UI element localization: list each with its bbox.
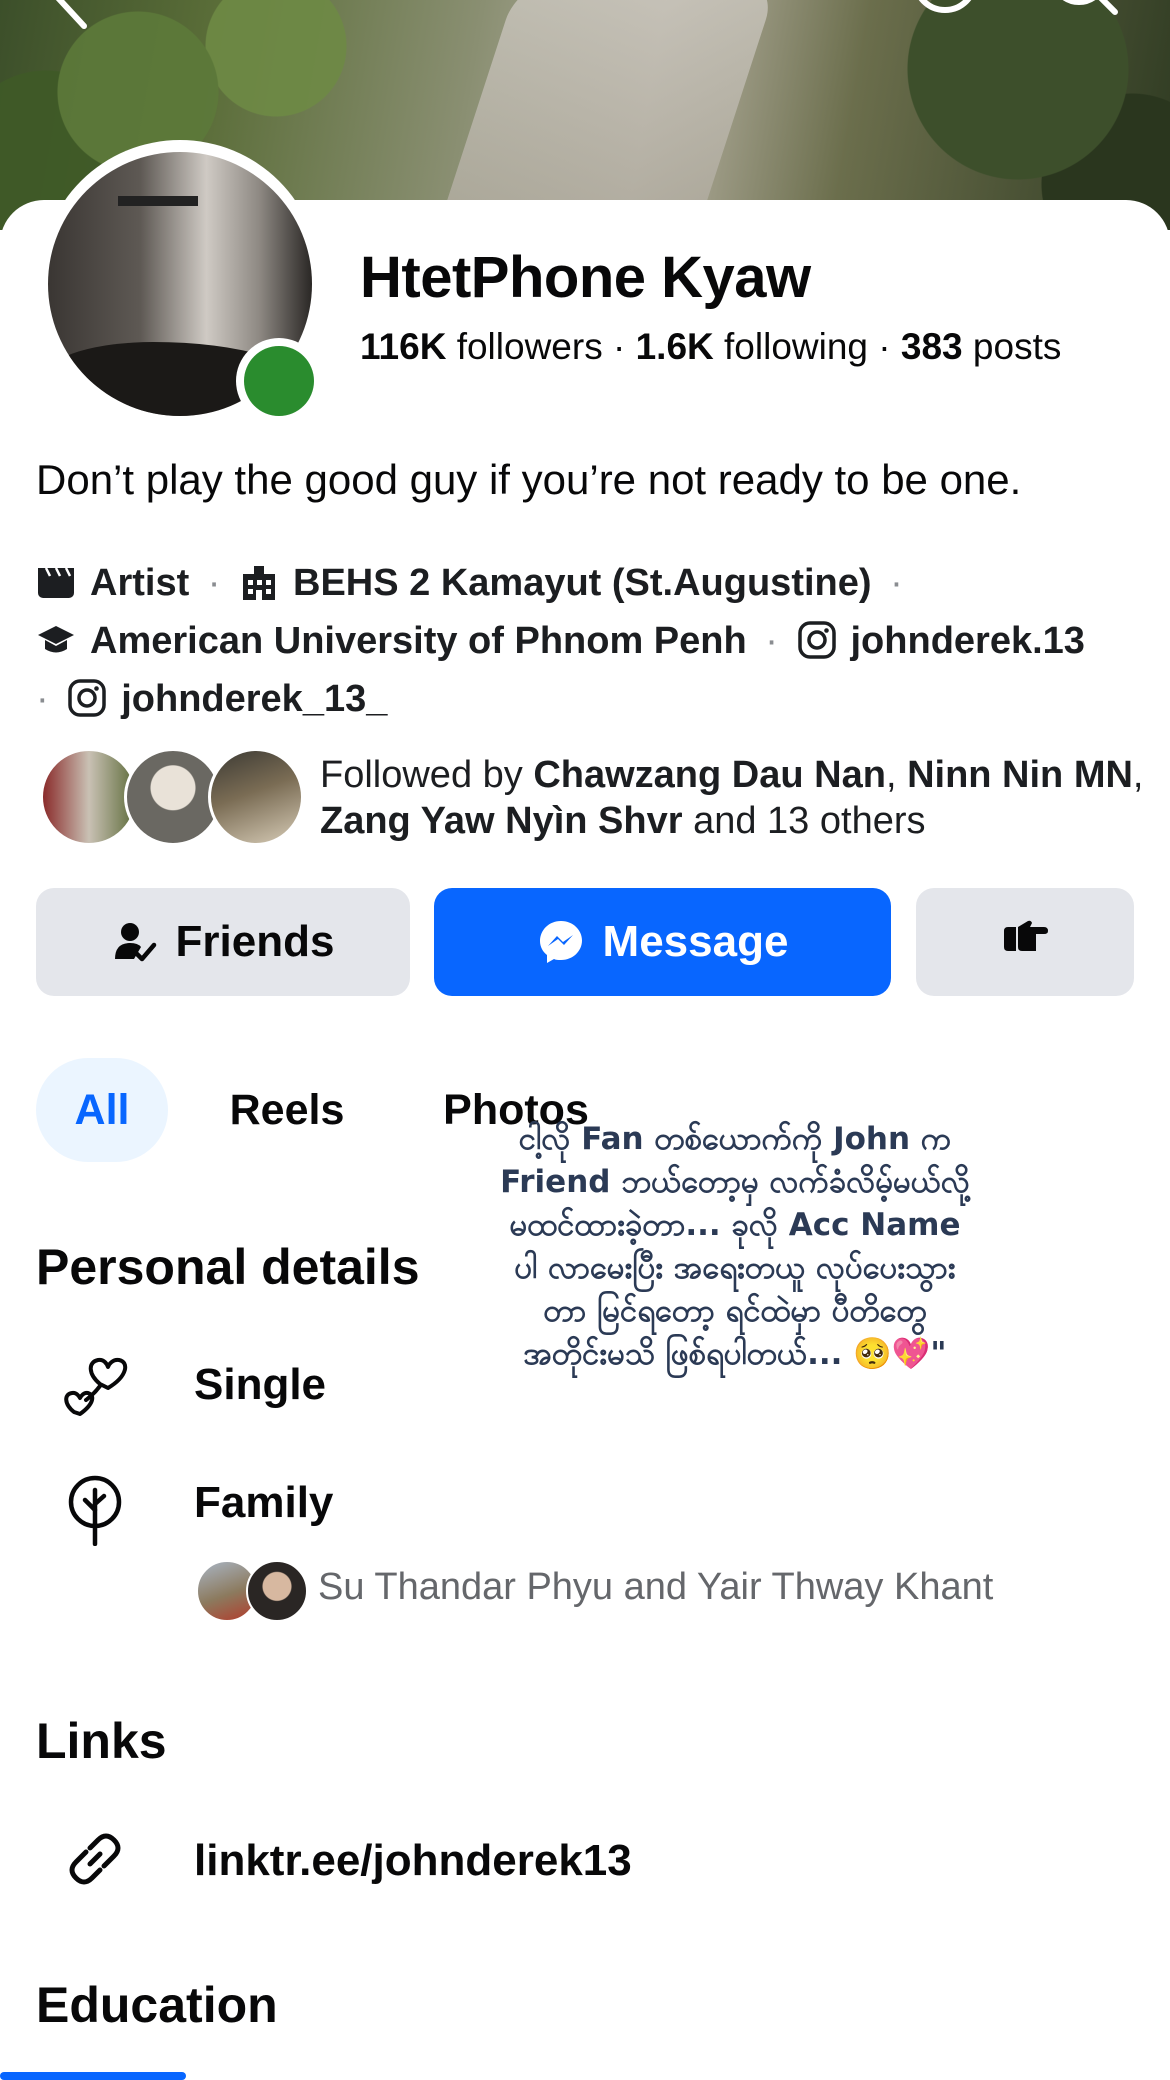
graduation-cap-icon — [36, 619, 76, 659]
avatar-shelf — [118, 196, 198, 206]
intro-item-label: johnderek.13 — [850, 620, 1085, 662]
pointing-hand-icon — [1000, 917, 1050, 968]
mutual-name[interactable]: Zang Yaw Nyìn Shvr — [320, 800, 683, 842]
intro-separator: · — [36, 678, 49, 720]
cover-road — [421, 0, 779, 230]
intro-item-artist[interactable]: Artist — [36, 562, 200, 604]
intro-item-label: American University of Phnom Penh — [90, 620, 747, 662]
education-heading: Education — [36, 1977, 278, 2033]
message-button[interactable]: Message — [434, 888, 891, 996]
instagram-icon — [67, 677, 107, 717]
clapperboard-icon — [36, 561, 76, 601]
overlay-caption: ငါ့လို Fan တစ်ယောက်ကို John က Friend ဘယ်… — [500, 1121, 970, 1372]
mutual-name[interactable]: Chawzang Dau Nan — [533, 754, 886, 796]
relationship-status: Single — [194, 1360, 327, 1409]
posts-label: posts — [972, 326, 1062, 367]
intro-separator: · — [765, 620, 778, 662]
followed-prefix: Followed by — [320, 754, 523, 796]
family-label: Family — [194, 1478, 334, 1527]
link-icon — [58, 1822, 132, 1896]
intro-item-instagram-2[interactable]: johnderek_13_ — [57, 677, 388, 720]
school-building-icon — [239, 561, 279, 601]
family-members[interactable]: Su Thandar Phyu and Yair Thway Khant — [196, 1560, 1096, 1622]
intro-separator: · — [207, 562, 221, 604]
back-icon[interactable] — [50, 0, 94, 38]
tab-all[interactable]: All — [36, 1058, 168, 1162]
active-indicator-bar — [0, 2072, 186, 2080]
profile-name: HtetPhone Kyaw — [360, 245, 811, 310]
intro-item-label: Artist — [90, 562, 190, 604]
family-avatar — [246, 1560, 308, 1622]
intro-details: Artist · BEHS 2 Kamayut (St.Augustine) ·… — [36, 554, 1146, 728]
mutual-avatar — [208, 748, 304, 846]
profile-link[interactable]: linktr.ee/johnderek13 — [194, 1836, 632, 1886]
intro-item-instagram-1[interactable]: johnderek.13 — [786, 620, 1085, 662]
friends-button-label: Friends — [175, 917, 335, 966]
family-members-text: Su Thandar Phyu and Yair Thway Khant — [318, 1566, 994, 1608]
message-button-label: Message — [602, 917, 789, 966]
intro-item-label: BEHS 2 Kamayut (St.Augustine) — [293, 562, 872, 604]
profile-bio: Don’t play the good guy if you’re not re… — [36, 456, 1022, 503]
intro-separator: · — [890, 562, 903, 604]
messenger-icon — [537, 918, 585, 966]
friends-button[interactable]: Friends — [36, 888, 410, 996]
online-status-dot — [236, 338, 322, 424]
search-icon[interactable] — [1045, 0, 1125, 38]
intro-item-school[interactable]: BEHS 2 Kamayut (St.Augustine) — [228, 562, 882, 604]
followers-count[interactable]: 116K — [360, 326, 446, 367]
following-label[interactable]: following — [724, 326, 868, 367]
tab-reels[interactable]: Reels — [200, 1058, 374, 1162]
instagram-icon — [797, 619, 837, 659]
mutual-name[interactable]: Ninn Nin MN — [907, 754, 1133, 796]
friend-check-icon — [112, 919, 158, 965]
edit-circle-icon[interactable] — [910, 0, 980, 38]
family-tree-icon — [58, 1472, 132, 1547]
mutual-followers[interactable]: Followed by Chawzang Dau Nan, Ninn Nin M… — [40, 748, 1143, 848]
links-heading: Links — [36, 1713, 167, 1769]
followers-label[interactable]: followers — [457, 326, 603, 367]
stats-separator: · — [878, 326, 901, 367]
intro-item-university[interactable]: American University of Phnom Penh — [36, 620, 757, 662]
posts-count: 383 — [900, 326, 963, 367]
relationship-hearts-icon — [58, 1350, 132, 1424]
profile-stats: 116K followers · 1.6K following · 383 po… — [360, 326, 1061, 368]
mutual-followers-text: Followed by Chawzang Dau Nan, Ninn Nin M… — [320, 754, 1144, 842]
poke-button[interactable] — [916, 888, 1134, 996]
intro-item-label: johnderek_13_ — [121, 678, 388, 720]
followed-suffix: and 13 others — [693, 800, 926, 842]
stats-separator: · — [612, 326, 636, 367]
personal-details-heading: Personal details — [36, 1239, 420, 1295]
following-count[interactable]: 1.6K — [636, 326, 714, 367]
